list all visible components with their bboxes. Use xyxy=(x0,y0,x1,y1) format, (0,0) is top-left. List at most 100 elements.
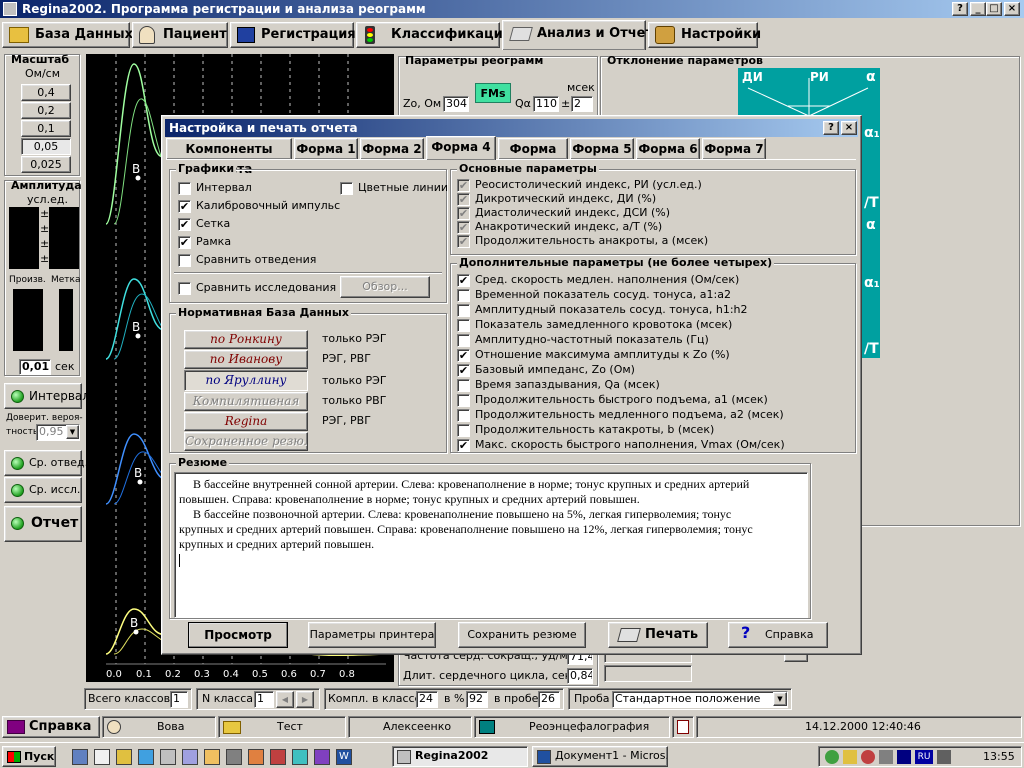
ql-icon-13[interactable]: W xyxy=(336,749,352,765)
ql-icon-10[interactable] xyxy=(270,749,286,765)
tab-classification[interactable]: Классификация xyxy=(356,22,511,48)
help-button[interactable]: ? Справка xyxy=(728,622,828,648)
norm-ronkin-button[interactable]: по Ронкину xyxy=(184,330,308,349)
time-field[interactable]: 0,01 xyxy=(19,359,51,375)
checkbox-extra-6[interactable]: ✔ xyxy=(457,364,470,377)
tab-form-7[interactable]: Форма 7 xyxy=(702,138,766,160)
norm-regina-button[interactable]: Regina xyxy=(184,412,308,431)
summary-textarea[interactable]: В бассейне внутренней сонной артерии. Сл… xyxy=(174,472,808,618)
q-field[interactable]: 110 xyxy=(533,96,559,112)
checkbox-extra-9[interactable] xyxy=(457,409,470,422)
ql-icon-8[interactable] xyxy=(226,749,242,765)
close-button[interactable]: × xyxy=(1004,2,1020,16)
tab-form-1[interactable]: Форма 1 xyxy=(294,138,358,160)
tray-icon-6[interactable] xyxy=(937,750,951,764)
test-select[interactable]: Стандартное положение ▼ xyxy=(612,691,788,708)
avg-lead-button[interactable]: Ср. отвед. xyxy=(4,450,88,476)
tray-icon-3[interactable] xyxy=(861,750,875,764)
dialog-close-button[interactable]: × xyxy=(841,121,857,135)
scale-btn-1[interactable]: 0,2 xyxy=(21,102,71,119)
task-regina[interactable]: Regina2002 xyxy=(392,746,528,767)
save-summary-button[interactable]: Сохранить резюме xyxy=(458,622,586,648)
ql-icon-5[interactable] xyxy=(160,749,176,765)
ql-icon-6[interactable] xyxy=(182,749,198,765)
tab-report-components[interactable]: Компоненты отчета xyxy=(166,138,292,176)
norm-yarullin-button[interactable]: по Яруллину xyxy=(184,370,308,391)
confidence-select[interactable]: 0,95 ▼ xyxy=(36,424,80,441)
tab-form-2[interactable]: Форма 2 xyxy=(360,138,424,160)
tab-analysis-report[interactable]: Анализ и Отчет xyxy=(502,20,653,50)
tab-database[interactable]: База Данных xyxy=(2,22,133,48)
checkbox-calibration[interactable]: ✔ xyxy=(178,200,191,213)
status-help-button[interactable]: Справка xyxy=(2,716,100,738)
tab-patient[interactable]: Пациент xyxy=(132,22,228,48)
checkbox-interval[interactable] xyxy=(178,182,191,195)
chevron-down-icon[interactable]: ▼ xyxy=(773,692,787,706)
chevron-down-icon[interactable]: ▼ xyxy=(66,425,79,439)
checkbox-extra-5[interactable]: ✔ xyxy=(457,349,470,362)
tab-form-4a[interactable]: Форма 4А xyxy=(498,138,568,176)
help-title-button[interactable]: ? xyxy=(952,2,968,16)
tray-icon-4[interactable] xyxy=(879,750,893,764)
ql-icon-9[interactable] xyxy=(248,749,264,765)
tab-form-4[interactable]: Форма 4 xyxy=(426,136,496,160)
class-number-field[interactable]: 1 xyxy=(254,691,274,708)
next-class-button[interactable]: ▶ xyxy=(296,691,314,708)
q-dev-field[interactable]: 2 xyxy=(571,96,593,112)
tray-icon-2[interactable] xyxy=(843,750,857,764)
norm-compilative-button[interactable]: Компилятивная xyxy=(184,392,308,411)
windows-logo-icon xyxy=(7,751,21,763)
browse-button[interactable]: Обзор... xyxy=(340,276,430,298)
tray-icon-5[interactable] xyxy=(897,750,911,764)
printer-settings-button[interactable]: Параметры принтера xyxy=(308,622,436,648)
ql-icon-2[interactable] xyxy=(94,749,110,765)
tray-icon-1[interactable] xyxy=(825,750,839,764)
checkbox-extra-1[interactable] xyxy=(457,289,470,302)
interval-button[interactable]: Интервал xyxy=(4,383,90,409)
ql-icon-1[interactable] xyxy=(72,749,88,765)
ql-icon-7[interactable] xyxy=(204,749,220,765)
dialog-help-button[interactable]: ? xyxy=(823,121,839,135)
checkbox-color-lines[interactable] xyxy=(340,182,353,195)
checkbox-compare-studies[interactable] xyxy=(178,282,191,295)
checkbox-compare-leads[interactable] xyxy=(178,254,191,267)
checkbox-extra-0[interactable]: ✔ xyxy=(457,274,470,287)
checkbox-extra-11[interactable]: ✔ xyxy=(457,439,470,452)
tab-settings[interactable]: Настройки xyxy=(648,22,761,48)
preview-button[interactable]: Просмотр xyxy=(188,622,288,648)
print-button[interactable]: Печать xyxy=(608,622,708,648)
checkbox-extra-7[interactable] xyxy=(457,379,470,392)
scale-btn-0[interactable]: 0,4 xyxy=(21,84,71,101)
ql-icon-12[interactable] xyxy=(314,749,330,765)
scale-btn-4[interactable]: 0,025 xyxy=(21,156,71,173)
ql-icon-11[interactable] xyxy=(292,749,308,765)
scale-btn-3[interactable]: 0,05 xyxy=(21,138,71,155)
checkbox-grid[interactable]: ✔ xyxy=(178,218,191,231)
tab-form-5[interactable]: Форма 5 xyxy=(570,138,634,160)
zo-field[interactable]: 304 xyxy=(443,96,469,112)
start-button[interactable]: Пуск xyxy=(2,746,56,767)
checkbox-frame[interactable]: ✔ xyxy=(178,236,191,249)
monitor-icon xyxy=(479,720,495,734)
checkbox-extra-10[interactable] xyxy=(457,424,470,437)
avg-study-button[interactable]: Ср. иссл. xyxy=(4,477,82,503)
maximize-button[interactable]: □ xyxy=(986,2,1002,16)
ql-icon-4[interactable] xyxy=(138,749,154,765)
checkbox-extra-8[interactable] xyxy=(457,394,470,407)
norm-ivanov-button[interactable]: по Иванову xyxy=(184,350,308,369)
checkbox-extra-2[interactable] xyxy=(457,304,470,317)
scale-btn-2[interactable]: 0,1 xyxy=(21,120,71,137)
tab-registration[interactable]: Регистрация xyxy=(230,22,356,48)
task-word[interactable]: Документ1 - Micros... xyxy=(532,746,668,767)
fms-button[interactable]: FMs xyxy=(475,83,511,103)
tray-lang[interactable]: RU xyxy=(915,750,933,764)
prev-class-button[interactable]: ◀ xyxy=(276,691,294,708)
tab-form-6[interactable]: Форма 6 xyxy=(636,138,700,160)
minimize-button[interactable]: _ xyxy=(970,2,986,16)
checkbox-extra-4[interactable] xyxy=(457,334,470,347)
checkbox-extra-3[interactable] xyxy=(457,319,470,332)
ql-icon-3[interactable] xyxy=(116,749,132,765)
report-button[interactable]: Отчет xyxy=(4,506,82,542)
x-tick-8: 0.8 xyxy=(339,669,355,680)
norm-saved-summary-button[interactable]: Сохраненное резюме xyxy=(184,432,308,451)
